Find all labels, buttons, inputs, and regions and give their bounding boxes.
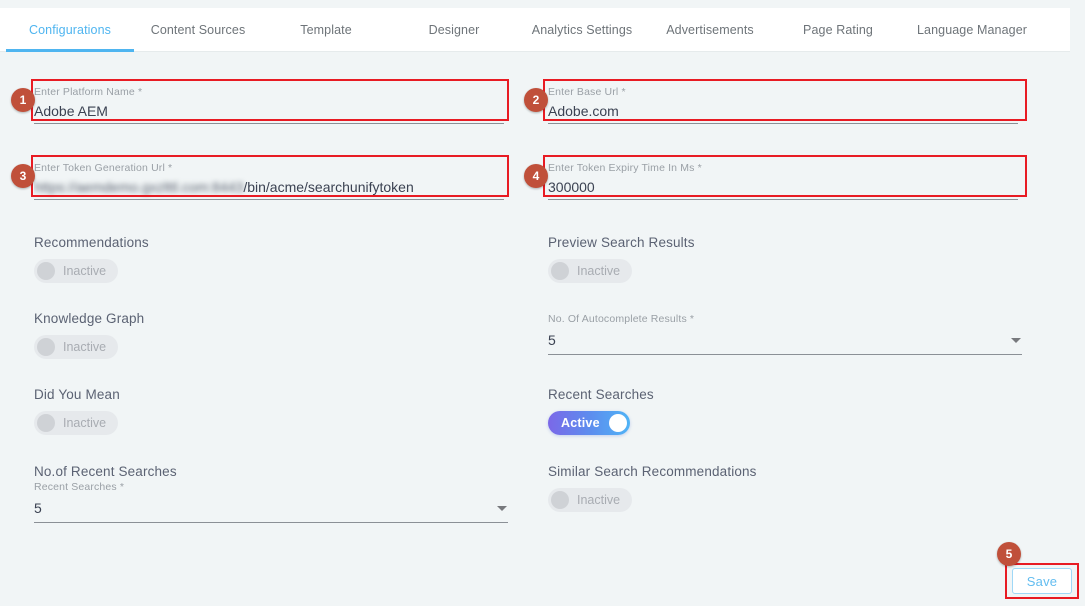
tab-content-sources[interactable]: Content Sources [134,8,262,51]
field-underline [34,123,504,124]
tab-configurations[interactable]: Configurations [6,8,134,51]
base-url-value[interactable]: Adobe.com [548,101,1018,123]
tab-language-manager[interactable]: Language Manager [902,8,1042,51]
chevron-down-icon[interactable] [1011,338,1021,343]
recent-searches-count-label: Recent Searches * [34,481,508,494]
recent-searches-toggle[interactable]: Active [548,411,630,435]
tab-label: Configurations [29,23,111,37]
platform-name-label: Enter Platform Name * [34,86,504,99]
tab-indicator [902,49,1042,52]
recent-searches-count-value: 5 [34,498,42,518]
configurations-page: Configurations Content Sources Template … [0,0,1085,606]
select-underline [34,522,508,523]
autocomplete-results-select[interactable]: No. Of Autocomplete Results * 5 [548,313,1022,355]
base-url-label: Enter Base Url * [548,86,1018,99]
tab-designer[interactable]: Designer [390,8,518,51]
recommendations-title: Recommendations [34,235,149,250]
base-url-field[interactable]: Enter Base Url * Adobe.com [548,86,1018,124]
recent-searches-title: Recent Searches [548,387,654,402]
toggle-state-label: Inactive [63,264,106,278]
preview-search-results-group: Preview Search Results Inactive [548,235,695,285]
autocomplete-results-row[interactable]: 5 [548,329,1022,351]
tab-indicator [774,49,902,52]
field-underline [34,199,504,200]
redacted-url-prefix: https://aemdemo.gxzlttl.com:8443 [34,177,243,197]
platform-name-field[interactable]: Enter Platform Name * Adobe AEM [34,86,504,124]
tab-label: Template [300,23,352,37]
similar-search-recommendations-group: Similar Search Recommendations Inactive [548,464,757,514]
save-button-label: Save [1027,574,1057,589]
annotation-badge-3: 3 [11,164,35,188]
tab-indicator [646,49,774,52]
tab-label: Content Sources [151,23,246,37]
annotation-badge-4: 4 [524,164,548,188]
did-you-mean-toggle[interactable]: Inactive [34,411,118,435]
recent-searches-group: Recent Searches Active [548,387,654,435]
tab-label: Analytics Settings [532,23,632,37]
tab-list: Configurations Content Sources Template … [0,8,1070,51]
tab-indicator [390,49,518,52]
toggle-state-label: Inactive [577,264,620,278]
save-button[interactable]: Save [1012,568,1072,594]
configuration-form: Enter Platform Name * Adobe AEM Enter Ba… [0,53,1085,606]
token-generation-url-value[interactable]: https://aemdemo.gxzlttl.com:8443/bin/acm… [34,177,504,199]
toggle-state-label: Inactive [577,493,620,507]
autocomplete-results-value: 5 [548,330,556,350]
did-you-mean-group: Did You Mean Inactive [34,387,120,437]
token-expiry-value[interactable]: 300000 [548,177,1018,199]
toggle-knob [551,262,569,280]
toggle-knob [37,414,55,432]
tab-indicator [134,49,262,52]
tab-label: Page Rating [803,23,873,37]
knowledge-graph-title: Knowledge Graph [34,311,144,326]
tab-label: Advertisements [666,23,754,37]
visible-url-suffix: /bin/acme/searchunifytoken [243,179,413,195]
recommendations-toggle[interactable]: Inactive [34,259,118,283]
knowledge-graph-toggle[interactable]: Inactive [34,335,118,359]
annotation-badge-2: 2 [524,88,548,112]
tab-page-rating[interactable]: Page Rating [774,8,902,51]
annotation-badge-5: 5 [997,542,1021,566]
similar-search-recommendations-title: Similar Search Recommendations [548,464,757,479]
autocomplete-results-label: No. Of Autocomplete Results * [548,313,1022,326]
did-you-mean-title: Did You Mean [34,387,120,402]
tab-indicator [518,49,646,52]
token-generation-url-label: Enter Token Generation Url * [34,162,504,175]
platform-name-value[interactable]: Adobe AEM [34,101,504,123]
preview-search-results-title: Preview Search Results [548,235,695,250]
tab-indicator [262,49,390,52]
annotation-badge-1: 1 [11,88,35,112]
recent-searches-count-row[interactable]: 5 [34,497,508,519]
recent-searches-count-select[interactable]: No.of Recent Searches Recent Searches * … [34,464,508,523]
toggle-knob [37,338,55,356]
preview-search-results-toggle[interactable]: Inactive [548,259,632,283]
recent-searches-count-group-title: No.of Recent Searches [34,464,508,479]
toggle-knob [609,414,627,432]
select-underline [548,354,1022,355]
toggle-knob [37,262,55,280]
tab-label: Designer [429,23,480,37]
tab-analytics-settings[interactable]: Analytics Settings [518,8,646,51]
recommendations-group: Recommendations Inactive [34,235,149,285]
token-expiry-field[interactable]: Enter Token Expiry Time In Ms * 300000 [548,162,1018,200]
field-underline [548,199,1018,200]
tab-label: Language Manager [917,23,1027,37]
field-underline [548,123,1018,124]
active-tab-indicator [6,49,134,52]
toggle-knob [551,491,569,509]
toggle-state-label: Active [561,416,600,430]
tab-template[interactable]: Template [262,8,390,51]
tab-bar: Configurations Content Sources Template … [0,8,1070,52]
similar-search-recommendations-toggle[interactable]: Inactive [548,488,632,512]
toggle-state-label: Inactive [63,416,106,430]
tab-advertisements[interactable]: Advertisements [646,8,774,51]
chevron-down-icon[interactable] [497,506,507,511]
knowledge-graph-group: Knowledge Graph Inactive [34,311,144,361]
token-generation-url-field[interactable]: Enter Token Generation Url * https://aem… [34,162,504,200]
toggle-state-label: Inactive [63,340,106,354]
token-expiry-label: Enter Token Expiry Time In Ms * [548,162,1018,175]
